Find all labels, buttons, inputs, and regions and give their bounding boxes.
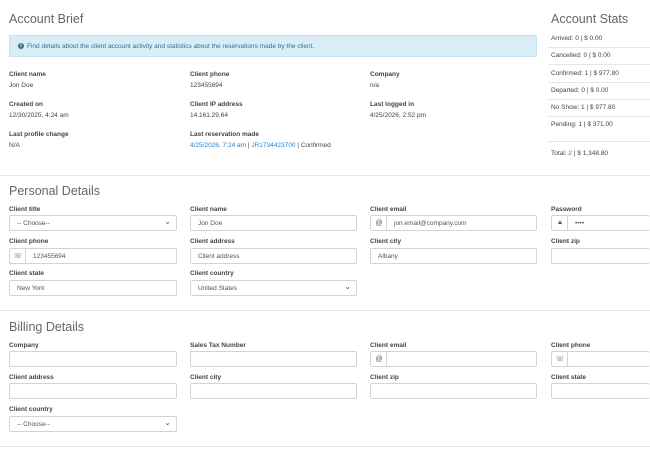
last-login-value: 4/25/2026, 2:52 pm (370, 112, 427, 119)
divider (548, 141, 650, 142)
company-label: Company (370, 71, 400, 78)
section-divider (0, 446, 650, 447)
sales-tax-label: Sales Tax Number (190, 342, 246, 349)
billing-zip-label: Client zip (370, 374, 399, 381)
stat-departed: Departed: 0 | $ 0.00 (551, 87, 609, 94)
client-address-input[interactable]: Client address (190, 248, 357, 264)
stat-total: Total: 2 | $ 1,348.80 (551, 150, 608, 157)
billing-state-input[interactable] (551, 383, 650, 399)
client-name-label: Client name (9, 71, 46, 78)
billing-email-label: Client email (370, 342, 407, 349)
info-text: Find details about the client account ac… (27, 42, 315, 50)
client-country-select[interactable]: United States (190, 280, 357, 296)
client-phone-field-label: Client phone (9, 238, 49, 245)
last-reservation-label: Last reservation made (190, 131, 260, 138)
billing-address-input[interactable] (9, 383, 177, 399)
last-reservation-date-link[interactable]: 4/25/2026, 7:24 am (190, 142, 246, 149)
profile-change-label: Last profile change (9, 131, 69, 138)
total-amount: | $ 1,348.80 (571, 150, 608, 157)
account-stats-title: Account Stats (551, 12, 629, 26)
billing-country-select[interactable]: -- Choose-- (9, 416, 177, 432)
billing-company-input[interactable] (9, 351, 177, 367)
divider (548, 47, 650, 48)
billing-address-label: Client address (9, 374, 54, 381)
client-name-value: Jon Doe (9, 82, 34, 89)
billing-details-title: Billing Details (9, 320, 85, 334)
client-zip-field-label: Client zip (551, 238, 580, 245)
at-icon: @ (370, 351, 387, 367)
stat-no-show: No Show: 1 | $ 977.80 (551, 104, 616, 111)
client-state-field-label: Client state (9, 270, 45, 277)
sales-tax-input[interactable] (190, 351, 357, 367)
account-brief-title: Account Brief (9, 12, 84, 26)
client-email-field-label: Client email (370, 206, 407, 213)
divider (548, 99, 650, 100)
client-zip-input[interactable] (551, 248, 650, 264)
billing-country-label: Client country (9, 406, 53, 413)
billing-phone-input[interactable] (567, 351, 650, 367)
billing-zip-input[interactable] (370, 383, 537, 399)
info-circle-icon: i (18, 43, 24, 49)
billing-state-label: Client state (551, 374, 587, 381)
billing-phone-label: Client phone (551, 342, 591, 349)
stat-arrived: Arrived: 0 | $ 0.00 (551, 35, 603, 42)
stat-cancelled: Cancelled: 0 | $ 0.00 (551, 52, 611, 59)
stat-confirmed: Confirmed: 1 | $ 977.80 (551, 70, 619, 77)
last-login-label: Last logged in (370, 101, 415, 108)
password-label: Password (551, 206, 582, 213)
section-divider (0, 310, 650, 311)
client-name-input[interactable]: Jon Doe (190, 215, 357, 231)
billing-company-label: Company (9, 342, 39, 349)
client-city-input[interactable]: Albany (370, 248, 537, 264)
last-reservation-value: 4/25/2026, 7:24 am | JR1734423700 | Conf… (190, 142, 331, 149)
created-value: 12/30/2025, 4:24 am (9, 112, 69, 119)
at-icon: @ (370, 215, 387, 231)
client-country-field-label: Client country (190, 270, 234, 277)
created-label: Created on (9, 101, 43, 108)
company-value: n/a (370, 82, 380, 89)
profile-change-value: N/A (9, 142, 20, 149)
phone-icon: ☏ (551, 351, 568, 367)
total-prefix: Total: (551, 150, 569, 157)
client-title-select[interactable]: -- Choose-- (9, 215, 177, 231)
divider (548, 116, 650, 117)
divider (548, 64, 650, 65)
divider (548, 82, 650, 83)
info-alert: i Find details about the client account … (9, 35, 537, 57)
client-address-field-label: Client address (190, 238, 235, 245)
billing-city-label: Client city (190, 374, 222, 381)
reservation-status: Confirmed (300, 142, 331, 149)
client-name-field-label: Client name (190, 206, 227, 213)
section-divider (0, 175, 650, 176)
client-city-field-label: Client city (370, 238, 402, 245)
client-phone-value: 123455694 (190, 82, 223, 89)
phone-icon: ☏ (9, 248, 26, 264)
client-phone-input[interactable]: 123455694 (25, 248, 177, 264)
ip-value: 14.161.29.64 (190, 112, 228, 119)
stat-pending: Pending: 1 | $ 371.00 (551, 121, 613, 128)
reservation-id-link[interactable]: JR1734423700 (251, 142, 295, 149)
billing-email-input[interactable] (386, 351, 537, 367)
client-state-input[interactable]: New York (9, 280, 177, 296)
personal-details-title: Personal Details (9, 184, 101, 198)
client-email-input[interactable]: jon.email@company.com (386, 215, 537, 231)
client-phone-label: Client phone (190, 71, 230, 78)
password-input[interactable]: •••• (567, 215, 650, 231)
client-title-label: Client title (9, 206, 41, 213)
billing-city-input[interactable] (190, 383, 357, 399)
lock-icon: 🔒︎ (551, 215, 568, 231)
ip-label: Client IP address (190, 101, 243, 108)
